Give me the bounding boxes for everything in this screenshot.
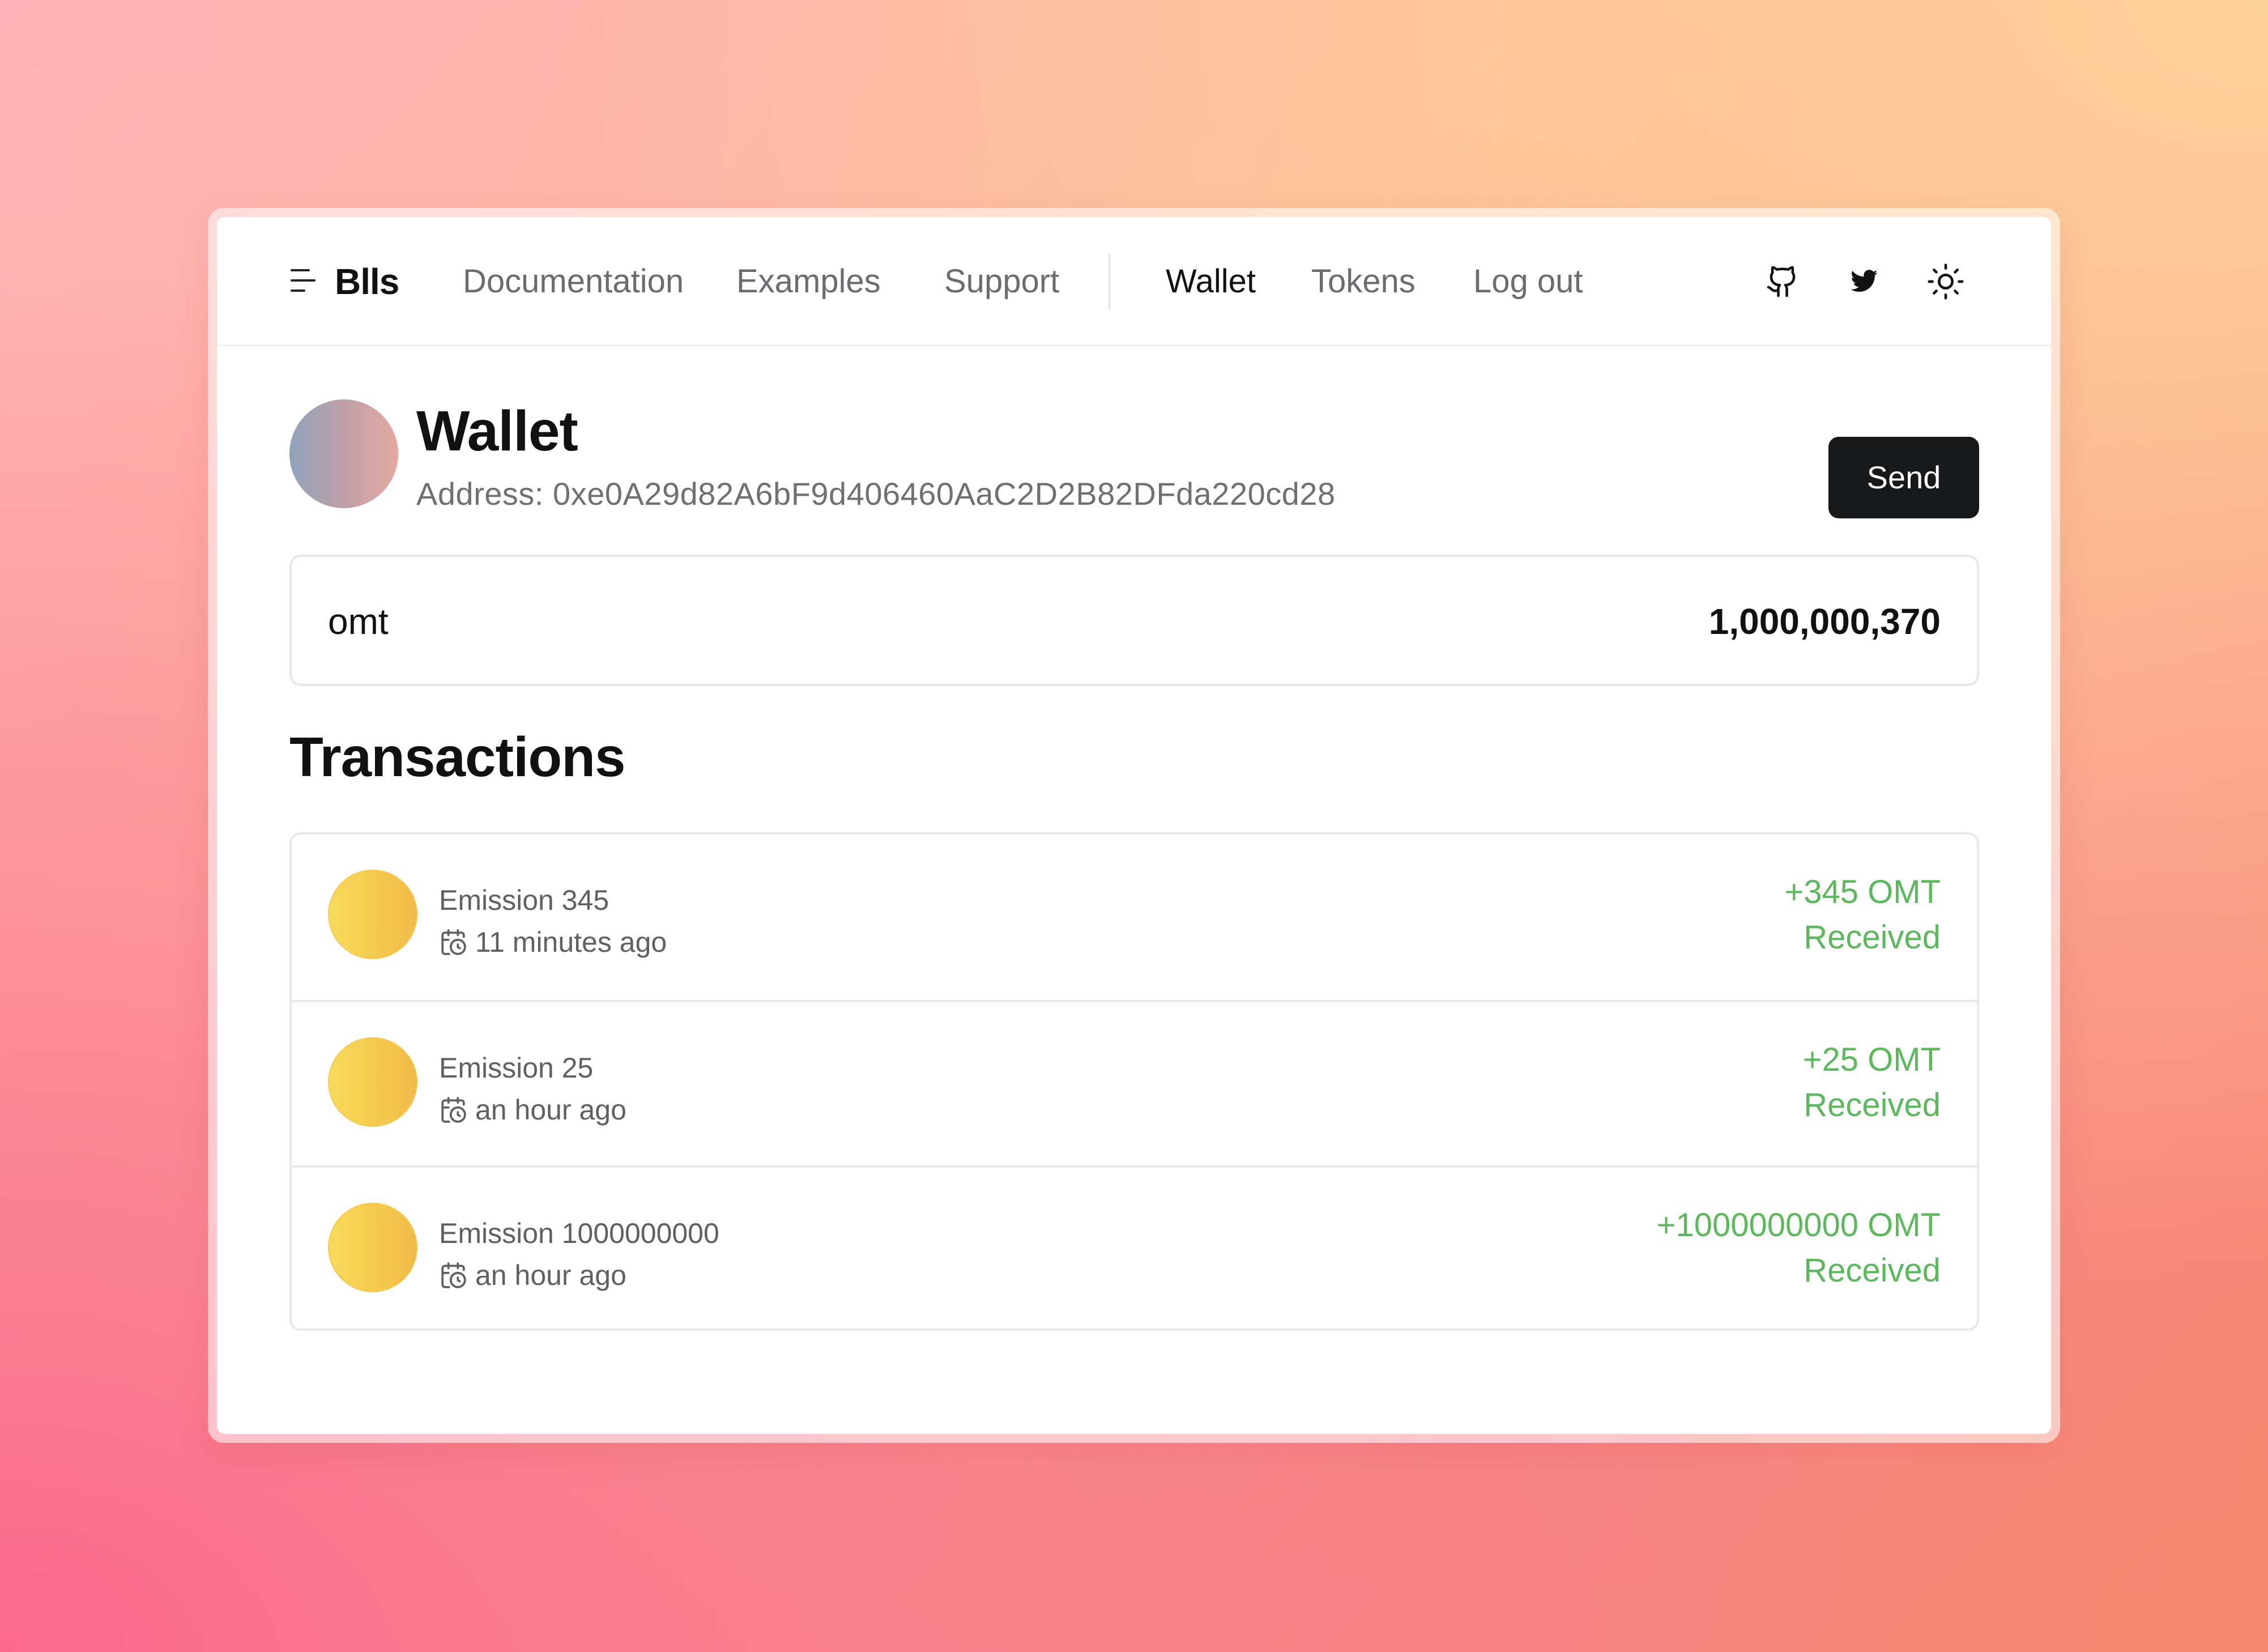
transaction-time: an hour ago	[439, 1093, 626, 1127]
transaction-time: an hour ago	[439, 1258, 626, 1292]
transaction-status: Received	[1804, 1087, 1941, 1123]
transaction-name: Emission 25	[439, 1052, 594, 1084]
nav-link-log-out[interactable]: Log out	[1473, 262, 1583, 301]
coin-icon	[328, 1037, 417, 1127]
wallet-address: Address: 0xe0A29d82A6bF9d406460AaC2D2B82…	[416, 476, 1336, 512]
token-balance-amount: 1,000,000,370	[1708, 601, 1941, 642]
nav-link-support[interactable]: Support	[944, 262, 1059, 301]
transaction-time-text: an hour ago	[475, 1259, 626, 1291]
transactions-list: Emission 345 11 minutes ago +345 OMT Rec…	[289, 832, 1979, 1331]
nav-link-documentation[interactable]: Documentation	[463, 262, 684, 301]
nav-link-examples[interactable]: Examples	[736, 262, 881, 301]
transaction-status: Received	[1804, 919, 1941, 956]
transaction-name: Emission 1000000000	[439, 1217, 719, 1249]
app-window-frame: Blls Documentation Examples Support Wall…	[208, 208, 2060, 1443]
transaction-row[interactable]: Emission 1000000000 an hour ago +1000000…	[292, 1165, 1977, 1329]
transaction-row[interactable]: Emission 25 an hour ago +25 OMT Received	[292, 1000, 1977, 1165]
calendar-clock-icon	[441, 1262, 466, 1288]
sun-theme-toggle-icon[interactable]	[1924, 260, 1967, 303]
transaction-row[interactable]: Emission 345 11 minutes ago +345 OMT Rec…	[292, 834, 1977, 1000]
transaction-amount: +25 OMT	[1802, 1041, 1941, 1078]
calendar-clock-icon	[441, 1097, 466, 1123]
transactions-heading: Transactions	[289, 726, 626, 788]
menu-icon[interactable]	[289, 266, 319, 295]
transaction-time-text: 11 minutes ago	[475, 926, 667, 958]
nav-divider	[1109, 254, 1110, 310]
coin-icon	[328, 870, 417, 959]
nav-link-tokens[interactable]: Tokens	[1311, 262, 1416, 301]
transaction-status: Received	[1804, 1252, 1941, 1289]
send-button[interactable]: Send	[1828, 437, 1979, 518]
github-icon[interactable]	[1761, 260, 1804, 303]
token-balance-card[interactable]: omt 1,000,000,370	[289, 555, 1979, 686]
page-title: Wallet	[416, 399, 578, 463]
transaction-time-text: an hour ago	[475, 1094, 626, 1126]
transaction-amount: +345 OMT	[1784, 874, 1941, 910]
twitter-icon[interactable]	[1843, 260, 1886, 303]
transaction-name: Emission 345	[439, 884, 609, 916]
nav-link-wallet[interactable]: Wallet	[1166, 262, 1256, 301]
top-navigation-bar: Blls Documentation Examples Support Wall…	[217, 217, 2051, 346]
wallet-avatar	[289, 399, 398, 508]
coin-icon	[328, 1203, 417, 1292]
token-symbol: omt	[328, 601, 389, 642]
transaction-amount: +1000000000 OMT	[1656, 1207, 1941, 1244]
brand-logo-text[interactable]: Blls	[335, 261, 399, 302]
app-card: Blls Documentation Examples Support Wall…	[217, 217, 2051, 1434]
calendar-clock-icon	[441, 929, 466, 955]
transaction-time: 11 minutes ago	[439, 925, 667, 959]
